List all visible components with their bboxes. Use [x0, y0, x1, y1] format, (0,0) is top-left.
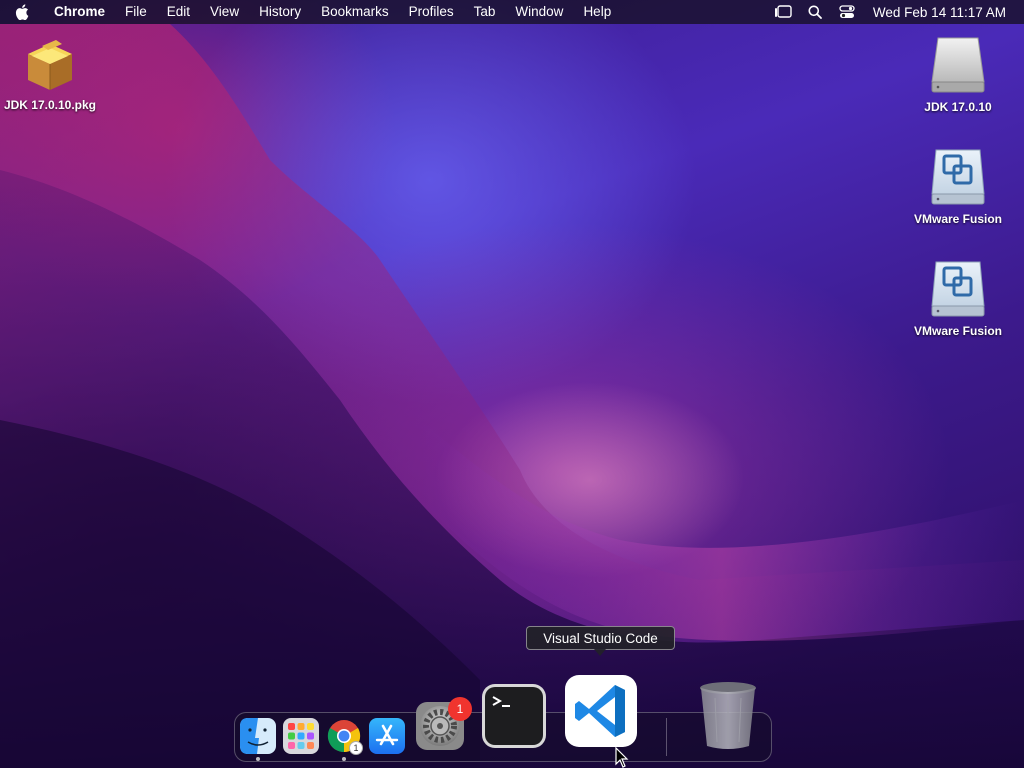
app-store-icon: [369, 718, 405, 754]
launchpad-icon: [283, 718, 319, 754]
desktop-item-jdk-pkg[interactable]: JDK 17.0.10.pkg: [2, 34, 98, 112]
apple-menu-icon[interactable]: [0, 0, 44, 24]
desktop-item-label: JDK 17.0.10: [924, 100, 992, 114]
chrome-download-badge: 1: [349, 741, 363, 755]
package-icon: [28, 40, 72, 90]
desktop-item-label: JDK 17.0.10.pkg: [3, 98, 97, 112]
desktop-item-label: VMware Fusion: [913, 324, 1002, 338]
menu-profiles[interactable]: Profiles: [399, 0, 464, 24]
dock-item-vscode[interactable]: [565, 675, 637, 752]
disk-image-icon: [931, 37, 985, 93]
desktop-item-jdk-disk[interactable]: JDK 17.0.10: [910, 34, 1006, 114]
running-indicator: [256, 757, 260, 761]
menu-help[interactable]: Help: [573, 0, 621, 24]
dock-item-launchpad[interactable]: [283, 718, 319, 759]
dock-separator: [666, 718, 667, 756]
desktop-item-vmware-fusion-1[interactable]: VMware Fusion: [906, 146, 1010, 226]
dock-item-trash[interactable]: [697, 680, 759, 757]
vscode-icon: [565, 675, 637, 747]
mouse-cursor-icon: [615, 747, 629, 768]
notification-badge: 1: [448, 697, 472, 721]
running-indicator: [342, 757, 346, 761]
menu-bar: Chrome File Edit View History Bookmarks …: [0, 0, 1024, 24]
trash-icon: [700, 682, 756, 749]
spotlight-icon[interactable]: [799, 0, 831, 24]
terminal-icon: [482, 684, 546, 748]
desktop-wallpaper: [0, 24, 1024, 768]
finder-icon: [240, 718, 276, 754]
dock-tooltip: Visual Studio Code: [526, 626, 675, 650]
desktop-item-vmware-fusion-2[interactable]: VMware Fusion: [906, 258, 1010, 338]
menu-edit[interactable]: Edit: [157, 0, 200, 24]
menu-file[interactable]: File: [115, 0, 157, 24]
desktop-item-label: VMware Fusion: [913, 212, 1002, 226]
menu-bar-clock[interactable]: Wed Feb 14 11:17 AM: [863, 5, 1024, 20]
control-center-icon[interactable]: [831, 0, 863, 24]
menu-tab[interactable]: Tab: [464, 0, 506, 24]
dock-item-app-store[interactable]: [369, 718, 405, 759]
menu-window[interactable]: Window: [505, 0, 573, 24]
dock-item-terminal[interactable]: [481, 683, 547, 754]
vmware-disk-icon: [931, 261, 985, 317]
menu-bookmarks[interactable]: Bookmarks: [311, 0, 399, 24]
menu-view[interactable]: View: [200, 0, 249, 24]
menu-history[interactable]: History: [249, 0, 311, 24]
menu-app-name[interactable]: Chrome: [44, 0, 115, 24]
vmware-disk-icon: [931, 149, 985, 205]
dock-tooltip-tail: [594, 649, 606, 656]
stage-manager-icon[interactable]: [767, 0, 799, 24]
dock-item-finder[interactable]: [240, 718, 276, 759]
